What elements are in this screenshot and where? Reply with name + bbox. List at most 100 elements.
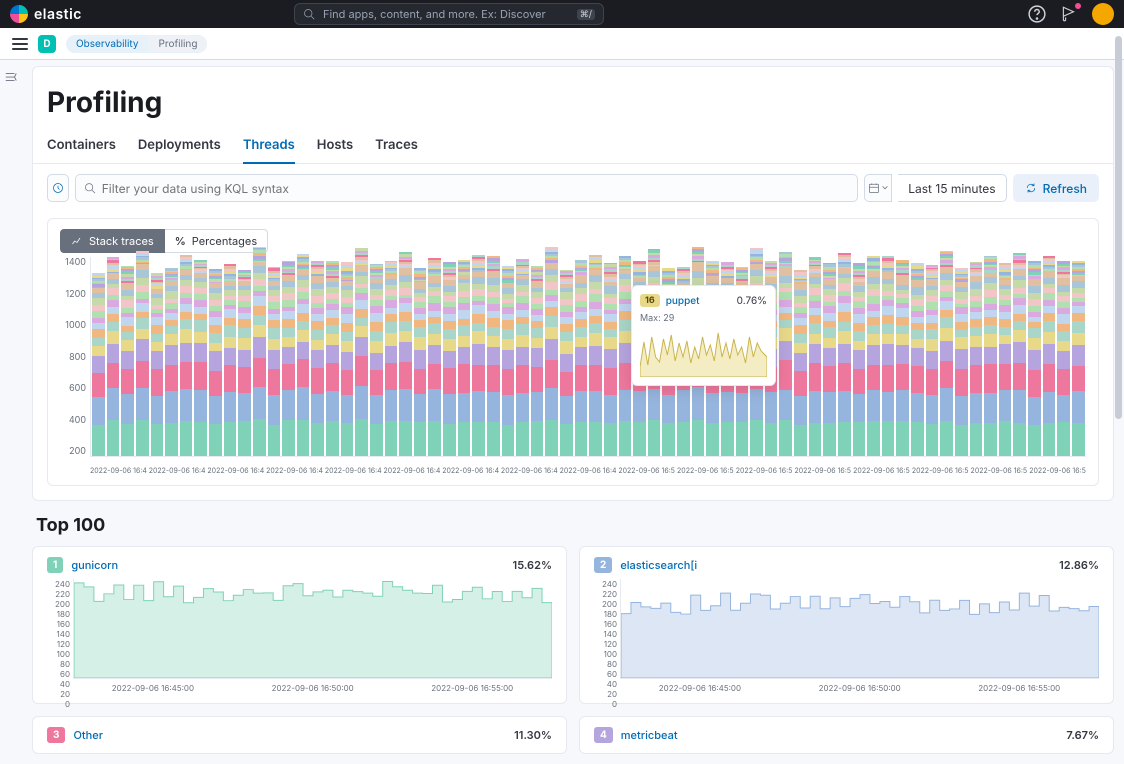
tab-hosts[interactable]: Hosts [317,129,353,163]
kql-input-wrap[interactable] [75,174,858,202]
stacked-bar[interactable] [502,266,515,456]
top-card[interactable]: 3 Other 11.30% [32,716,567,754]
stacked-bar[interactable] [560,270,573,456]
stacked-bar[interactable] [1057,261,1070,456]
logo[interactable]: elastic [10,5,82,23]
stacked-bar[interactable] [297,254,310,456]
space-badge[interactable]: D [38,35,56,53]
stacked-bar[interactable] [428,258,441,456]
stacked-bar[interactable] [604,263,617,456]
stacked-bar[interactable] [545,247,558,457]
stacked-bar[interactable] [92,273,105,456]
date-picker-button[interactable] [864,174,892,202]
stacked-bar[interactable] [355,248,368,456]
stacked-bar[interactable] [999,263,1012,456]
stacked-bar[interactable] [311,261,324,456]
top-card-name[interactable]: elasticsearch[i [620,558,697,572]
top-card-name[interactable]: Other [73,728,103,742]
scrollbar-thumb[interactable] [1115,36,1122,419]
chart-tooltip: 16 puppet 0.76% Max: 29 [631,285,776,386]
stacked-bar[interactable] [575,260,588,456]
global-search-input[interactable]: Find apps, content, and more. Ex: Discov… [294,3,604,25]
tab-containers[interactable]: Containers [47,129,116,163]
page-scrollbar[interactable] [1114,36,1123,696]
top-card-percent: 11.30% [514,728,552,742]
stacked-bar[interactable] [867,256,880,456]
stacked-bar[interactable] [779,252,792,456]
stacked-bar[interactable] [443,262,456,456]
tab-threads[interactable]: Threads [243,129,295,163]
stacked-bar[interactable] [165,268,178,456]
stacked-bar[interactable] [326,261,339,456]
refresh-button[interactable]: Refresh [1013,174,1099,202]
stacked-bar[interactable] [1043,256,1056,456]
toggle-stack-traces[interactable]: Stack traces [60,229,165,253]
stacked-bar[interactable] [531,266,544,456]
stacked-bar[interactable] [1028,261,1041,456]
newsfeed-icon[interactable] [1060,5,1078,23]
stacked-bar[interactable] [121,266,134,456]
collapse-icon [4,70,18,84]
top-card-name[interactable]: metricbeat [621,728,678,742]
user-avatar[interactable] [1092,3,1114,25]
top-card-name[interactable]: gunicorn [71,558,118,572]
small-area-chart[interactable] [620,579,1099,679]
top-card-percent: 12.86% [1059,558,1099,572]
stacked-bar-chart[interactable]: 16 puppet 0.76% Max: 29 [90,257,1086,457]
stacked-bar[interactable] [136,251,149,456]
stacked-bar[interactable] [516,259,529,456]
side-collapser[interactable] [0,70,22,100]
stacked-bar[interactable] [838,253,851,456]
stacked-bar[interactable] [823,263,836,456]
date-range-label[interactable]: Last 15 minutes [898,174,1006,202]
stacked-bar[interactable] [926,265,939,456]
stacked-bar[interactable] [984,256,997,456]
stacked-bar[interactable] [472,255,485,456]
top-card[interactable]: 4 metricbeat 7.67% [579,716,1114,754]
stacked-bar[interactable] [268,267,281,456]
breadcrumb-profiling[interactable]: Profiling [148,36,207,52]
tab-deployments[interactable]: Deployments [138,129,221,163]
stacked-bar[interactable] [619,256,632,456]
stacked-bar[interactable] [151,273,164,456]
stacked-bar[interactable] [209,269,222,456]
stacked-bar[interactable] [458,260,471,456]
stacked-bar[interactable] [809,257,822,456]
stacked-bar[interactable] [194,260,207,456]
tab-traces[interactable]: Traces [375,129,418,163]
small-area-chart[interactable] [73,579,552,679]
stacked-bar[interactable] [414,268,427,456]
top-card[interactable]: 2 elasticsearch[i 12.86% 240220200180160… [579,546,1114,704]
stacked-bar[interactable] [911,263,924,456]
stacked-bar[interactable] [370,264,383,456]
stacked-bar[interactable] [180,255,193,456]
help-icon[interactable] [1028,5,1046,23]
stacked-bar[interactable] [282,261,295,456]
kql-input[interactable] [102,181,849,196]
stacked-bar[interactable] [896,260,909,456]
tooltip-percent: 0.76% [737,295,767,307]
stacked-bar[interactable] [107,257,120,456]
stacked-bar[interactable] [1072,261,1085,456]
stacked-bar[interactable] [341,262,354,456]
stacked-bar[interactable] [589,255,602,456]
stacked-bar[interactable] [487,256,500,456]
stacked-bar[interactable] [399,252,412,456]
nav-toggle-icon[interactable] [12,38,28,50]
filter-options-button[interactable] [47,174,69,202]
stacked-bar[interactable] [882,256,895,456]
stacked-bar[interactable] [253,247,266,456]
stacked-bar[interactable] [794,270,807,456]
stacked-bar[interactable] [238,270,251,456]
stacked-bar[interactable] [955,268,968,456]
stacked-bar[interactable] [1013,253,1026,456]
stacked-bar[interactable] [970,262,983,456]
elastic-logo-icon [10,5,28,23]
stacked-bar[interactable] [385,261,398,456]
stacked-bar[interactable] [940,251,953,456]
top-card[interactable]: 1 gunicorn 15.62% 2402202001801601401201… [32,546,567,704]
stacked-bar[interactable] [224,264,237,456]
search-icon [303,8,315,20]
breadcrumb-observability[interactable]: Observability [66,36,148,52]
stacked-bar[interactable] [853,263,866,456]
